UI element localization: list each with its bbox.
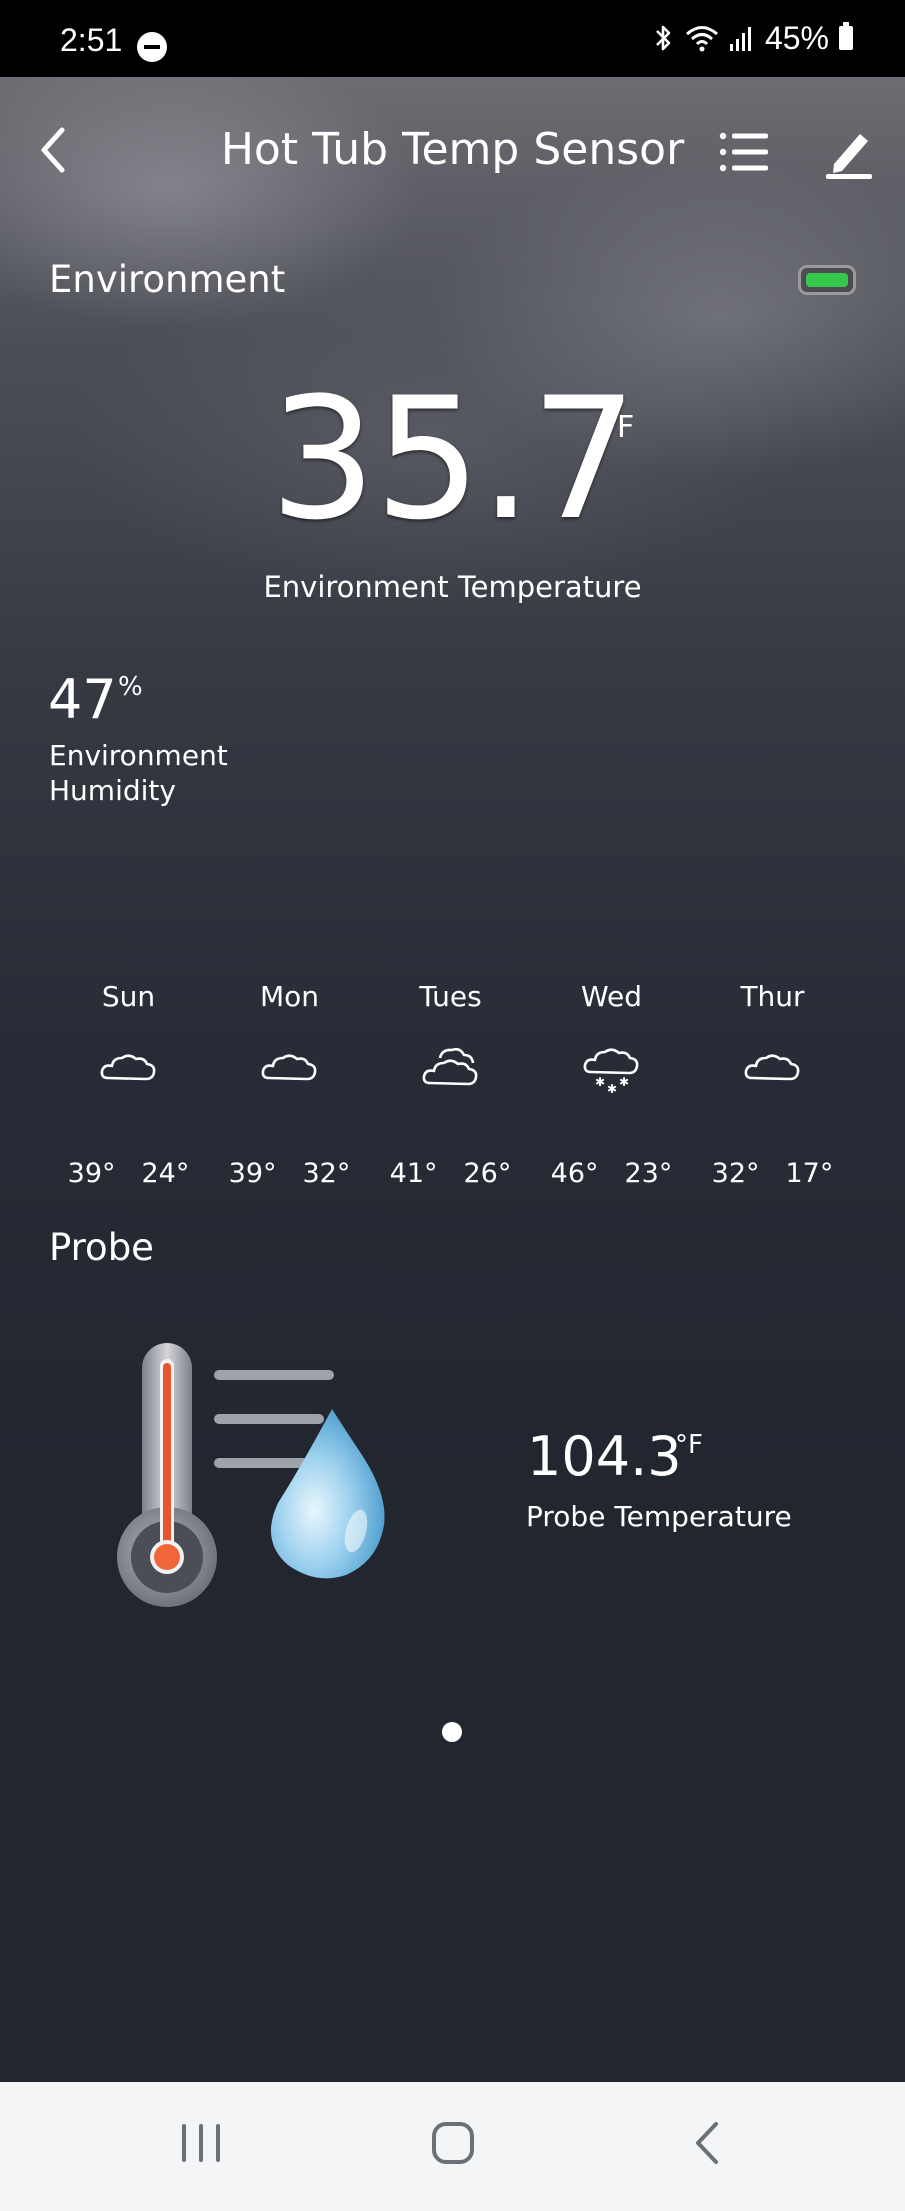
home-icon[interactable] — [430, 2120, 476, 2166]
forecast-high: 39° — [228, 1158, 277, 1189]
cloud-icon — [100, 1054, 156, 1081]
svg-text:✱: ✱ — [607, 1082, 617, 1096]
device-battery-icon — [798, 265, 856, 295]
thermometer-water-icon — [117, 1343, 385, 1607]
status-bar: 2:51 45% — [0, 0, 905, 77]
snow-icon: ✱ ✱ ✱ — [583, 1048, 639, 1096]
recents-icon[interactable] — [178, 2120, 224, 2166]
forecast-day-name: Wed — [580, 980, 643, 1013]
probe-section-title: Probe — [49, 1226, 154, 1269]
status-time: 2:51 — [60, 22, 123, 58]
system-nav-bar — [0, 2082, 905, 2211]
svg-text:✱: ✱ — [619, 1075, 629, 1089]
forecast-temps: 32° 17° — [692, 1158, 853, 1189]
probe-temperature-value: 104.3 — [527, 1425, 682, 1488]
forecast-day-name: Sun — [101, 980, 156, 1013]
forecast-day: Sun 39° 24° — [48, 980, 209, 1200]
do-not-disturb-icon — [137, 32, 167, 62]
environment-temperature-value: 35.7 — [269, 361, 637, 557]
environment-humidity-label: Environment Humidity — [49, 739, 228, 807]
forecast-temps: 46° 23° — [531, 1158, 692, 1189]
app-screen: 2:51 45% Hot Tub Temp Sensor Environment… — [0, 0, 905, 2211]
battery-icon — [839, 22, 853, 50]
probe-temperature-label: Probe Temperature — [526, 1500, 792, 1533]
forecast-high: 46° — [550, 1158, 599, 1189]
page-indicator-dot[interactable] — [442, 1722, 462, 1742]
forecast-day: Wed ✱ ✱ ✱ 46° 23° — [531, 980, 692, 1200]
status-icons: 45% — [653, 18, 853, 58]
bluetooth-icon — [656, 25, 671, 51]
weather-forecast: Sun 39° 24° Mon 39° 32° Tues 41° 26° Wed… — [48, 980, 853, 1200]
edit-pencil-icon[interactable] — [822, 124, 878, 180]
environment-humidity-unit: % — [118, 672, 143, 702]
svg-text:✱: ✱ — [595, 1075, 605, 1089]
forecast-high: 32° — [711, 1158, 760, 1189]
forecast-low: 32° — [302, 1158, 351, 1189]
forecast-low: 24° — [141, 1158, 190, 1189]
forecast-day-name: Thur — [740, 980, 805, 1013]
forecast-low: 17° — [785, 1158, 834, 1189]
forecast-day: Thur 32° 17° — [692, 980, 853, 1200]
cloud-icon — [261, 1054, 317, 1081]
forecast-day: Tues 41° 26° — [370, 980, 531, 1200]
forecast-high: 39° — [67, 1158, 116, 1189]
battery-percent: 45% — [764, 19, 829, 56]
environment-temperature-label: Environment Temperature — [263, 570, 642, 604]
environment-temperature-unit: °F — [602, 410, 635, 445]
forecast-temps: 39° 32° — [209, 1158, 370, 1189]
environment-section-title: Environment — [49, 258, 286, 301]
environment-temperature: 35.7 — [0, 375, 905, 543]
forecast-day-name: Mon — [259, 980, 320, 1013]
forecast-temps: 41° 26° — [370, 1158, 531, 1189]
signal-icon — [729, 27, 751, 51]
forecast-temps: 39° 24° — [48, 1158, 209, 1189]
battery-level-fill — [806, 273, 848, 287]
cloud-icon — [744, 1054, 800, 1081]
forecast-day-name: Tues — [419, 980, 482, 1013]
environment-humidity-value: 47 — [48, 668, 117, 731]
list-menu-icon[interactable] — [718, 128, 770, 176]
back-icon[interactable] — [690, 2120, 726, 2166]
forecast-low: 26° — [463, 1158, 512, 1189]
forecast-high: 41° — [389, 1158, 438, 1189]
wifi-icon — [685, 26, 718, 52]
forecast-day: Mon 39° 32° — [209, 980, 370, 1200]
forecast-low: 23° — [624, 1158, 673, 1189]
cloudy-icon — [422, 1047, 478, 1086]
probe-temperature-unit: °F — [675, 1430, 703, 1460]
